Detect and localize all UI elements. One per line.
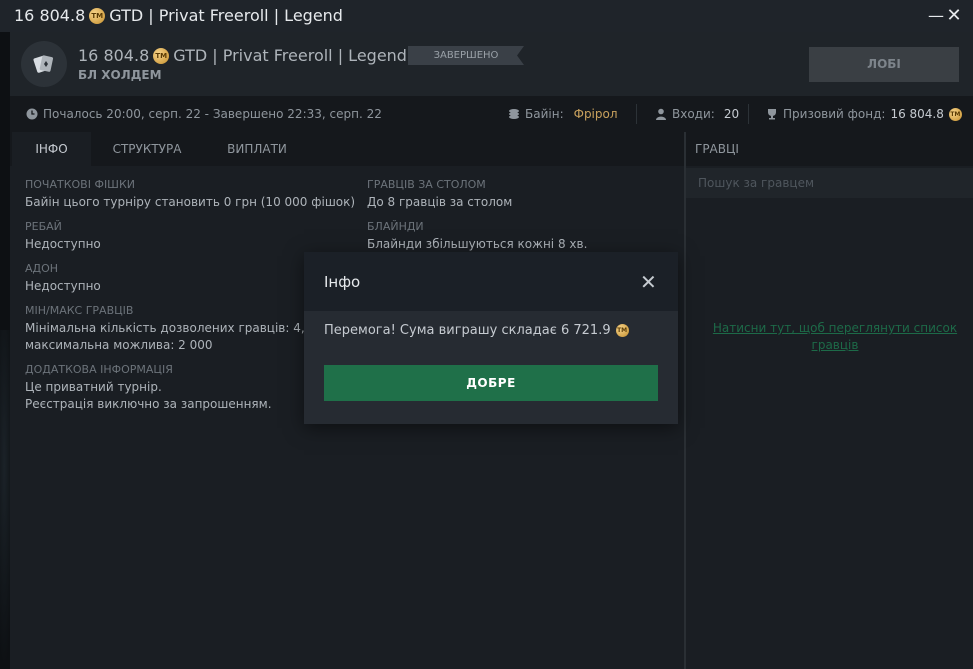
field-value: Мінімальна кількість дозволених гравців:… (25, 321, 305, 335)
entries-value: 20 (723, 107, 740, 121)
players-per-table-field: ГРАВЦІВ ЗА СТОЛОМ До 8 гравців за столом (367, 178, 512, 211)
entries-label: Входи: (672, 107, 715, 121)
field-value: Недоступно (25, 279, 101, 293)
field-label: ГРАВЦІВ ЗА СТОЛОМ (367, 178, 486, 191)
tab-bar: ІНФО СТРУКТУРА ВИПЛАТИ (10, 132, 684, 166)
field-value: Це приватний турнір. (25, 380, 162, 394)
players-panel: ГРАВЦІ Натисни тут, щоб переглянути спис… (684, 132, 973, 669)
status-badge: ЗАВЕРШЕНО (408, 46, 524, 65)
tournament-info-strip: Почалось 20:00, серп. 22 - Завершено 22:… (10, 96, 973, 132)
prize-label: Призовий фонд: (783, 107, 886, 121)
link-text: Натисни тут, щоб переглянути список (712, 321, 958, 335)
dialog-message-text: Перемога! Сума виграшу складає 6 721.9 (324, 323, 611, 338)
clock-icon (26, 108, 38, 120)
field-label: ДОДАТКОВА ІНФОРМАЦІЯ (25, 363, 173, 376)
tab-info[interactable]: ІНФО (12, 132, 91, 166)
ok-button[interactable]: ДОБРЕ (324, 365, 658, 401)
link-text: гравців (811, 338, 859, 352)
user-icon (655, 108, 667, 120)
trophy-icon (766, 108, 778, 120)
prize-pool: Призовий фонд: 16 804.8 TM (766, 107, 962, 121)
chips-stack-icon (508, 108, 520, 120)
divider (748, 104, 749, 124)
close-icon[interactable]: ✕ (944, 6, 964, 26)
min-max-players-field: МІН/МАКС ГРАВЦІВ Мінімальна кількість до… (25, 304, 305, 354)
field-label: РЕБАЙ (25, 220, 62, 233)
window-title-amount: 16 804.8 (14, 6, 86, 25)
coin-icon: TM (89, 7, 106, 24)
tab-structure[interactable]: СТРУКТУРА (101, 132, 193, 166)
field-label: ПОЧАТКОВІ ФІШКИ (25, 178, 135, 191)
entries: Входи: 20 (655, 107, 739, 121)
addon-field: АДОН Недоступно (25, 262, 101, 295)
minimize-icon[interactable]: — (926, 6, 946, 26)
starting-chips-field: ПОЧАТКОВІ ФІШКИ Байін цього турніру стан… (25, 178, 355, 211)
window-titlebar: 16 804.8 TM GTD | Privat Freeroll | Lege… (0, 0, 973, 32)
field-value: Байін цього турніру становить 0 грн (10 … (25, 195, 356, 209)
close-icon[interactable]: ✕ (640, 270, 657, 294)
window-title: 16 804.8 TM GTD | Privat Freeroll | Lege… (14, 6, 343, 25)
divider (636, 104, 637, 124)
field-value: До 8 гравців за столом (367, 195, 513, 209)
blinds-field: БЛАЙНДИ Блайнди збільшуються кожні 8 хв. (367, 220, 587, 253)
players-heading: ГРАВЦІ (686, 132, 973, 166)
tab-payouts[interactable]: ВИПЛАТИ (215, 132, 299, 166)
coin-icon: TM (615, 324, 629, 337)
field-value: максимальна можлива: 2 000 (25, 338, 213, 352)
show-players-link[interactable]: Натисни тут, щоб переглянути список грав… (710, 320, 960, 354)
game-type: БЛ ХОЛДЕМ (78, 68, 162, 82)
buyin: Байін: Фрірол (508, 107, 618, 121)
field-value: Недоступно (25, 237, 101, 251)
player-search-input[interactable] (686, 168, 973, 198)
tournament-header: 16 804.8 TM GTD | Privat Freeroll | Lege… (10, 32, 973, 96)
cards-icon (21, 41, 67, 87)
schedule-text: Почалось 20:00, серп. 22 - Завершено 22:… (43, 107, 382, 121)
dialog-message: Перемога! Сума виграшу складає 6 721.9 T… (324, 323, 629, 338)
coin-icon: TM (153, 47, 170, 64)
rebuy-field: РЕБАЙ Недоступно (25, 220, 101, 253)
field-label: БЛАЙНДИ (367, 220, 424, 233)
field-label: МІН/МАКС ГРАВЦІВ (25, 304, 134, 317)
dialog-title: Інфо (324, 273, 361, 291)
additional-info-field: ДОДАТКОВА ІНФОРМАЦІЯ Це приватний турнір… (25, 363, 272, 413)
prize-value: 16 804.8 (890, 107, 944, 121)
buyin-value: Фрірол (573, 107, 618, 121)
field-label: АДОН (25, 262, 59, 275)
info-dialog: Інфо ✕ Перемога! Сума виграшу складає 6 … (304, 252, 678, 424)
tournament-title: 16 804.8 TM GTD | Privat Freeroll | Lege… (78, 46, 407, 65)
dialog-header: Інфо ✕ (304, 252, 678, 311)
schedule: Почалось 20:00, серп. 22 - Завершено 22:… (26, 107, 382, 121)
tournament-amount: 16 804.8 (78, 46, 150, 65)
lobby-button[interactable]: ЛОБІ (809, 47, 959, 82)
field-value: Реєстрація виключно за запрошенням. (25, 397, 272, 411)
tournament-name: GTD | Privat Freeroll | Legend (173, 46, 407, 65)
buyin-label: Байін: (525, 107, 564, 121)
field-value: Блайнди збільшуються кожні 8 хв. (367, 237, 588, 251)
coin-icon: TM (948, 107, 962, 121)
window-title-name: GTD | Privat Freeroll | Legend (109, 6, 343, 25)
